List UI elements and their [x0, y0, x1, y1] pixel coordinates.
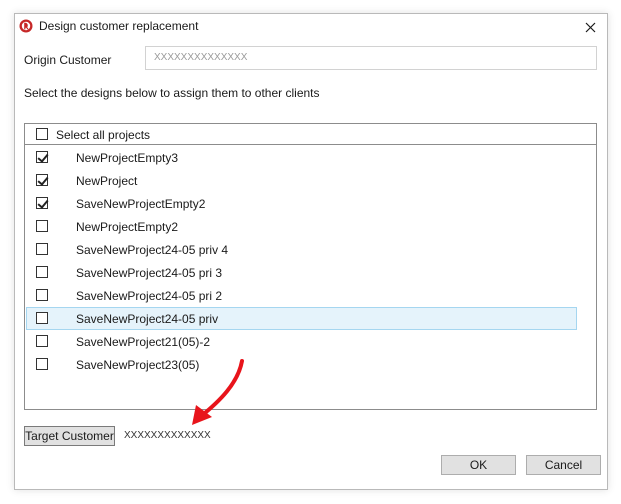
close-icon	[585, 22, 595, 32]
project-checkbox[interactable]	[36, 243, 48, 255]
project-row[interactable]: SaveNewProject24-05 priv	[26, 307, 577, 330]
target-customer-button[interactable]: Target Customer	[24, 426, 115, 446]
project-list[interactable]: Select all projects NewProjectEmpty3 NewP…	[24, 123, 597, 410]
target-customer-value: XXXXXXXXXXXXX	[124, 430, 211, 441]
project-row[interactable]: SaveNewProjectEmpty2	[26, 192, 577, 215]
title-bar: Design customer replacement	[15, 14, 607, 40]
project-label: NewProjectEmpty3	[76, 151, 179, 165]
project-checkbox[interactable]	[36, 335, 48, 347]
project-row[interactable]: NewProjectEmpty3	[26, 146, 577, 169]
project-label: SaveNewProject24-05 priv 4	[76, 243, 229, 257]
project-checkbox[interactable]	[36, 174, 48, 186]
project-row[interactable]: NewProjectEmpty2	[26, 215, 577, 238]
project-label: SaveNewProject21(05)-2	[76, 335, 211, 349]
origin-customer-field[interactable]: XXXXXXXXXXXXXX	[145, 46, 597, 70]
select-all-checkbox[interactable]	[36, 128, 48, 140]
project-row[interactable]: SaveNewProject24-05 priv 4	[26, 238, 577, 261]
project-row[interactable]: SaveNewProject21(05)-2	[26, 330, 577, 353]
project-label: SaveNewProject24-05 priv	[76, 312, 219, 326]
project-checkbox[interactable]	[36, 289, 48, 301]
project-checkbox[interactable]	[36, 151, 48, 163]
project-label: SaveNewProject24-05 pri 2	[76, 289, 223, 303]
origin-customer-label: Origin Customer	[24, 53, 112, 67]
cancel-button[interactable]: Cancel	[526, 455, 601, 475]
dialog-title: Design customer replacement	[39, 19, 199, 33]
project-label: SaveNewProject23(05)	[76, 358, 200, 372]
project-label: SaveNewProject24-05 pri 3	[76, 266, 223, 280]
project-row[interactable]: NewProject	[26, 169, 577, 192]
project-label: NewProjectEmpty2	[76, 220, 179, 234]
project-checkbox[interactable]	[36, 312, 48, 324]
project-checkbox[interactable]	[36, 358, 48, 370]
project-label: SaveNewProjectEmpty2	[76, 197, 206, 211]
dialog-window: Design customer replacement Origin Custo…	[14, 13, 608, 490]
select-all-label[interactable]: Select all projects	[56, 128, 150, 142]
project-checkbox[interactable]	[36, 197, 48, 209]
project-checkbox[interactable]	[36, 220, 48, 232]
project-row[interactable]: SaveNewProject23(05)	[26, 353, 577, 376]
app-logo-icon	[19, 19, 33, 33]
project-label: NewProject	[76, 174, 138, 188]
project-row[interactable]: SaveNewProject24-05 pri 3	[26, 261, 577, 284]
project-checkbox[interactable]	[36, 266, 48, 278]
project-row[interactable]: SaveNewProject24-05 pri 2	[26, 284, 577, 307]
ok-button[interactable]: OK	[441, 455, 516, 475]
close-button[interactable]	[573, 14, 607, 40]
instructions-text: Select the designs below to assign them …	[24, 86, 320, 100]
select-all-row[interactable]: Select all projects	[25, 124, 596, 145]
